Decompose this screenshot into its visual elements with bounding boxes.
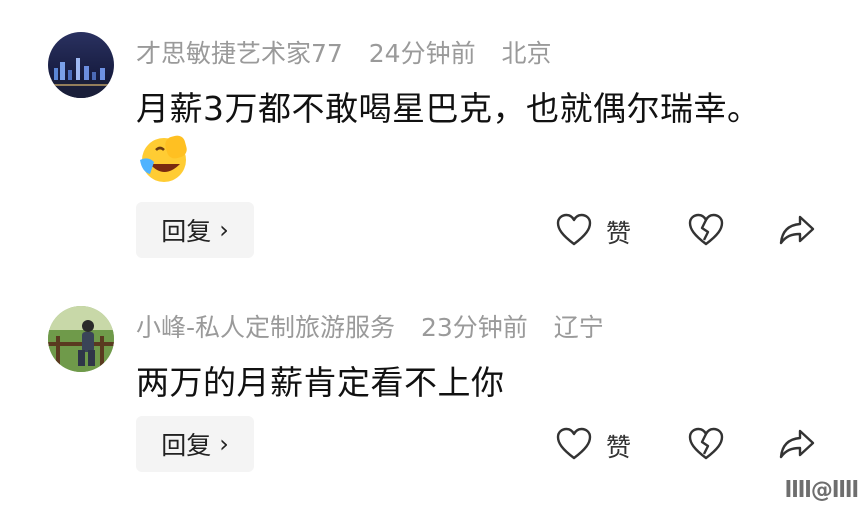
like-label[interactable]: 赞 [606,428,631,464]
like-label[interactable]: 赞 [606,214,631,250]
username[interactable]: 小峰-私人定制旅游服务 [136,313,395,342]
reply-label: 回复 [161,431,212,460]
comment-meta: 小峰-私人定制旅游服务 23分钟前 辽宁 [136,308,622,344]
watermark: llll@llll [784,478,859,503]
broken-heart-icon[interactable] [688,213,724,251]
comment-meta: 才思敏捷艺术家77 24分钟前 北京 [136,34,570,70]
share-arrow-icon[interactable] [778,213,816,251]
share-arrow-icon[interactable] [778,427,816,465]
chevron-right-icon: › [219,430,229,458]
laughing-crying-emoji [136,130,192,186]
chevron-right-icon: › [219,216,229,244]
username[interactable]: 才思敏捷艺术家77 [136,39,343,68]
broken-heart-icon[interactable] [688,427,724,465]
reply-label: 回复 [161,217,212,246]
avatar[interactable] [48,32,114,98]
comment-text: 两万的月薪肯定看不上你 [136,363,505,402]
timestamp: 24分钟前 [368,39,476,68]
comment-text: 月薪3万都不敢喝星巴克，也就偶尔瑞幸。 [136,89,761,128]
reply-button[interactable]: 回复 › [136,416,254,472]
heart-outline-icon[interactable] [556,213,592,251]
avatar[interactable] [48,306,114,372]
reply-button[interactable]: 回复 › [136,202,254,258]
timestamp: 23分钟前 [420,313,528,342]
heart-outline-icon[interactable] [556,427,592,465]
location: 辽宁 [553,313,604,342]
location: 北京 [501,39,552,68]
